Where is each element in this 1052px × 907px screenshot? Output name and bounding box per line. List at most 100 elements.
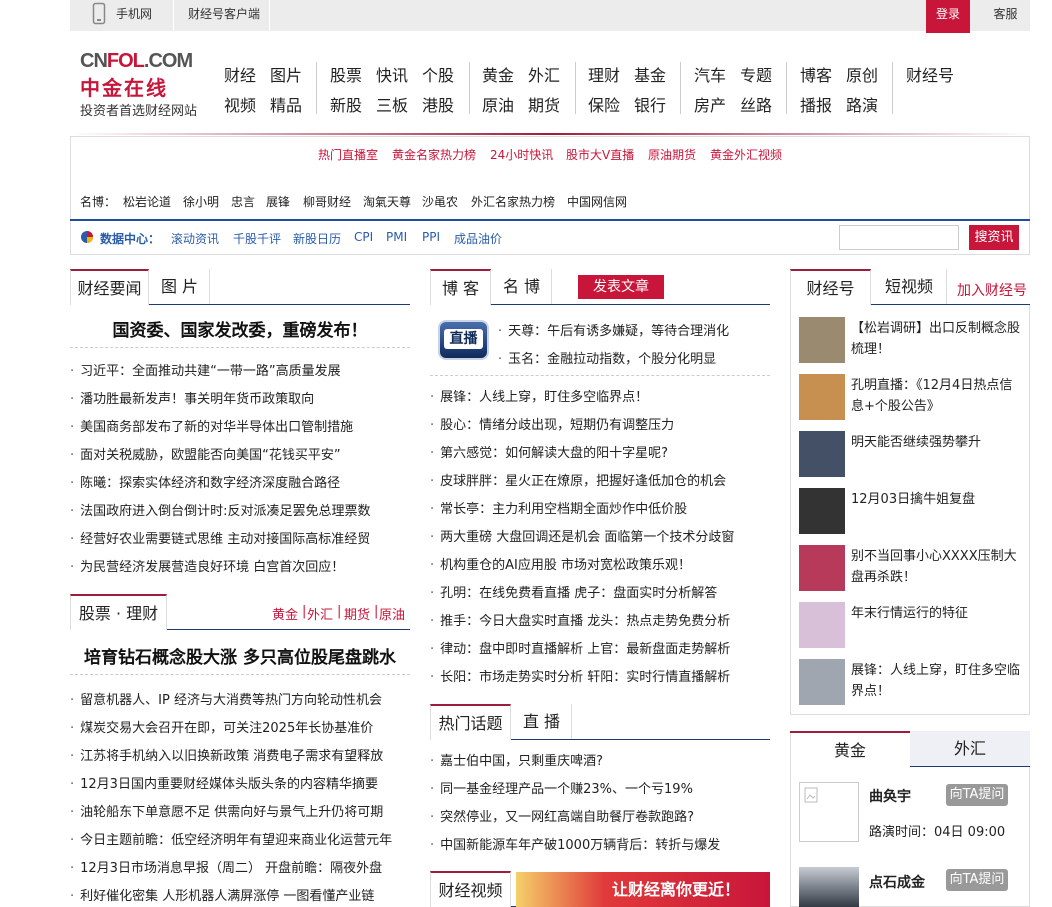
stocks-news-item[interactable]: 油轮船东下单意愿不足 供需向好与景气上升仍将可期 — [70, 801, 410, 820]
hot-link[interactable]: 股市大V直播 — [566, 146, 634, 163]
client-link[interactable]: 财经号客户端 — [188, 0, 260, 31]
data-center-item[interactable]: PPI — [422, 230, 440, 244]
blog-item[interactable]: 展锋：人线上穿，盯住多空临界点！ — [430, 386, 770, 405]
data-center-item[interactable]: 滚动资讯 — [171, 230, 219, 247]
caijinghao-thumbnail[interactable] — [799, 545, 845, 591]
blog-item[interactable]: 孔明：在线免费看直播 虎子：盘面实时分析解答 — [430, 582, 770, 601]
nav-item[interactable]: 基金 — [634, 62, 666, 86]
join-caijinghao-link[interactable]: 加入财经号 — [957, 280, 1027, 300]
blog-item[interactable]: 皮球胖胖：星火正在燎原，把握好逢低加仓的机会 — [430, 470, 770, 489]
finance-news-item[interactable]: 经营好农业需要链式思维 主动对接国际高标准经贸 — [70, 528, 410, 547]
mingbo-item[interactable]: 外汇名家热力榜 — [471, 193, 555, 210]
nav-item[interactable]: 财经号 — [906, 62, 954, 86]
hot-link[interactable]: 热门直播室 — [318, 146, 378, 163]
tab-famous-blog[interactable]: 名 博 — [492, 269, 552, 304]
nav-item[interactable]: 视频 — [224, 92, 256, 116]
tab-live[interactable]: 直 播 — [512, 704, 572, 739]
finance-news-item[interactable]: 为民营经济发展营造良好环境 白宫首次回应！ — [70, 556, 410, 575]
finance-news-item[interactable]: 法国政府进入倒台倒计时:反对派凑足罢免总理票数 — [70, 500, 410, 519]
nav-item[interactable]: 原油 — [482, 92, 514, 116]
expert-avatar[interactable] — [799, 867, 859, 907]
hot-topic-item[interactable]: 中国新能源车年产破1000万辆背后：转折与爆发 — [430, 834, 770, 853]
mingbo-item[interactable]: 展锋 — [266, 193, 290, 210]
tab-finance-pictures[interactable]: 图 片 — [150, 269, 210, 304]
hot-topic-item[interactable]: 嘉士伯中国，只剩重庆啤酒? — [430, 750, 770, 769]
tab-hot-topics[interactable]: 热门话题 — [430, 704, 511, 740]
caijinghao-item[interactable]: 别不当回事小心XXXX压制大盘再杀跌！ — [851, 546, 1023, 588]
blog-live-item[interactable]: 天尊：午后有诱多嫌疑，等待合理消化 — [498, 320, 770, 339]
blog-item[interactable]: 机构重仓的AI应用股 市场对宽松政策乐观！ — [430, 554, 770, 573]
search-button[interactable]: 搜资讯 — [969, 225, 1019, 250]
data-center-item[interactable]: PMI — [386, 230, 407, 244]
hot-topic-item[interactable]: 突然停业，又一网红高端自助餐厅卷款跑路? — [430, 806, 770, 825]
customer-service-link[interactable]: 客服 — [981, 0, 1030, 31]
finance-news-item[interactable]: 美国商务部发布了新的对华半导体出口管制措施 — [70, 416, 410, 435]
caijinghao-item[interactable]: 孔明直播：《12月4日热点信息+个股公告》 — [851, 375, 1023, 417]
expert-name[interactable]: 点石成金 — [869, 872, 925, 892]
stocks-side-link[interactable]: 外汇 — [307, 604, 333, 623]
nav-item[interactable]: 保险 — [588, 92, 620, 116]
site-logo[interactable]: CNFOL.COM 中金在线 投资者首选财经网站 — [80, 50, 205, 120]
finance-news-item[interactable]: 习近平：全面推动共建“一带一路”高质量发展 — [70, 360, 410, 379]
nav-item[interactable]: 银行 — [634, 92, 666, 116]
caijinghao-thumbnail[interactable] — [799, 374, 845, 420]
nav-item[interactable]: 原创 — [846, 62, 878, 86]
stocks-news-item[interactable]: 12月3日市场消息早报（周二） 开盘前瞻：隔夜外盘 — [70, 857, 410, 876]
nav-item[interactable]: 博客 — [800, 62, 832, 86]
tab-blog[interactable]: 博 客 — [430, 269, 491, 305]
data-center-item[interactable]: CPI — [354, 230, 373, 244]
mingbo-item[interactable]: 淘氣天尊 — [363, 193, 411, 210]
nav-item[interactable]: 房产 — [694, 92, 726, 116]
live-badge-icon[interactable]: 直播 — [438, 320, 489, 360]
expert-avatar[interactable] — [799, 782, 859, 842]
stocks-news-item[interactable]: 12月3日国内重要财经媒体头版头条的内容精华摘要 — [70, 773, 410, 792]
caijinghao-item[interactable]: 展锋：人线上穿，盯住多空临界点！ — [851, 660, 1023, 702]
data-center-item[interactable]: 成品油价 — [454, 230, 502, 247]
hot-link[interactable]: 黄金名家热力榜 — [392, 146, 476, 163]
mobile-site-link[interactable]: 手机网 — [116, 0, 152, 31]
ask-button[interactable]: 向TA提问 — [946, 869, 1008, 891]
stocks-side-link[interactable]: 期货 — [344, 604, 370, 623]
stocks-news-item[interactable]: 留意机器人、IP 经济与大消费等热门方向轮动性机会 — [70, 689, 410, 708]
nav-item[interactable]: 专题 — [740, 62, 772, 86]
blog-item[interactable]: 两大重磅 大盘回调还是机会 面临第一个技术分歧窗 — [430, 526, 770, 545]
mingbo-item[interactable]: 中国网信网 — [567, 193, 627, 210]
blog-item[interactable]: 第六感觉：如何解读大盘的阳十字星呢? — [430, 442, 770, 461]
blog-live-item[interactable]: 玉名：金融拉动指数，个股分化明显 — [498, 348, 770, 367]
blog-item[interactable]: 股心：情绪分歧出现，短期仍有调整压力 — [430, 414, 770, 433]
tab-caijinghao[interactable]: 财经号 — [790, 269, 871, 305]
caijinghao-thumbnail[interactable] — [799, 659, 845, 705]
nav-item[interactable]: 汽车 — [694, 62, 726, 86]
publish-article-button[interactable]: 发表文章 — [578, 275, 664, 299]
stocks-side-link[interactable]: 原油 — [379, 604, 405, 623]
nav-item[interactable]: 图片 — [270, 62, 302, 86]
nav-item[interactable]: 财经 — [224, 62, 256, 86]
finance-news-item[interactable]: 潘功胜最新发声！事关明年货币政策取向 — [70, 388, 410, 407]
caijinghao-item[interactable]: 12月03日擒牛姐复盘 — [851, 489, 1023, 510]
mingbo-item[interactable]: 沙黾农 — [422, 193, 458, 210]
nav-item[interactable]: 港股 — [422, 92, 454, 116]
caijinghao-thumbnail[interactable] — [799, 317, 845, 363]
tab-short-video[interactable]: 短视频 — [872, 269, 947, 304]
nav-item[interactable]: 外汇 — [528, 62, 560, 86]
search-input[interactable] — [839, 225, 959, 250]
stocks-news-item[interactable]: 今日主题前瞻：低空经济明年有望迎来商业化运营元年 — [70, 829, 410, 848]
nav-item[interactable]: 路演 — [846, 92, 878, 116]
nav-item[interactable]: 播报 — [800, 92, 832, 116]
tab-forex[interactable]: 外汇 — [910, 731, 1030, 767]
blog-item[interactable]: 推手：今日大盘实时直播 龙头：热点走势免费分析 — [430, 610, 770, 629]
mingbo-item[interactable]: 柳哥财经 — [303, 193, 351, 210]
nav-item[interactable]: 精品 — [270, 92, 302, 116]
nav-item[interactable]: 股票 — [330, 62, 362, 86]
finance-news-item[interactable]: 面对关税威胁，欧盟能否向美国“花钱买平安” — [70, 444, 410, 463]
nav-item[interactable]: 快讯 — [376, 62, 408, 86]
caijinghao-thumbnail[interactable] — [799, 602, 845, 648]
blog-item[interactable]: 常长亭：主力利用空档期全面炒作中低价股 — [430, 498, 770, 517]
nav-item[interactable]: 理财 — [588, 62, 620, 86]
finance-headline[interactable]: 国资委、国家发改委，重磅发布！ — [70, 316, 410, 341]
data-center-item[interactable]: 千股千评 — [233, 230, 281, 247]
tab-finance-video[interactable]: 财经视频 — [430, 871, 511, 907]
finance-news-item[interactable]: 陈曦：探索实体经济和数字经济深度融合路径 — [70, 472, 410, 491]
video-banner[interactable]: 让财经离你更近！ — [516, 872, 770, 907]
hot-topic-item[interactable]: 同一基金经理产品一个赚23%、一个亏19% — [430, 778, 770, 797]
